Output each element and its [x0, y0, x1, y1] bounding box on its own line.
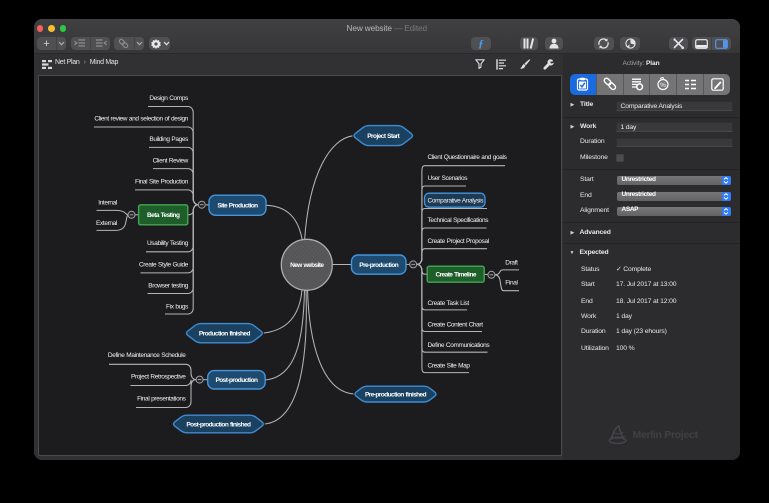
svg-text:Client Review: Client Review — [153, 157, 189, 164]
svg-text:Create Content Chart: Create Content Chart — [428, 322, 484, 329]
svg-text:Pre-production finished: Pre-production finished — [365, 391, 427, 398]
svg-text:Site Production: Site Production — [217, 203, 258, 210]
svg-text:Project Retrospective: Project Retrospective — [131, 374, 186, 381]
svg-text:New website: New website — [290, 262, 324, 269]
svg-text:Final presentations: Final presentations — [137, 396, 186, 403]
svg-text:Final: Final — [505, 280, 518, 287]
svg-text:Beta Testing: Beta Testing — [147, 212, 180, 219]
svg-text:Create Project Proposal: Create Project Proposal — [428, 238, 490, 245]
svg-text:Building Pages: Building Pages — [149, 136, 189, 143]
svg-text:Client Questionnaire and goals: Client Questionnaire and goals — [428, 154, 508, 161]
svg-text:Create Site Map: Create Site Map — [428, 363, 471, 370]
svg-text:Define Maintenance Schedule: Define Maintenance Schedule — [108, 352, 186, 359]
svg-text:Create Timeline: Create Timeline — [435, 272, 476, 279]
svg-text:Final Site Production: Final Site Production — [135, 178, 189, 185]
svg-text:Draft: Draft — [505, 259, 518, 266]
svg-text:Usability Testing: Usability Testing — [147, 240, 189, 247]
svg-text:Production finished: Production finished — [199, 331, 251, 338]
svg-text:User Scenarios: User Scenarios — [428, 175, 469, 182]
svg-text:%: % — [661, 82, 667, 89]
svg-text:External: External — [96, 220, 118, 227]
svg-text:Post-production finished: Post-production finished — [186, 421, 251, 428]
svg-text:Client review and selection of: Client review and selection of design — [94, 116, 188, 123]
svg-text:Project Start: Project Start — [367, 133, 400, 140]
svg-text:Technical Specifications: Technical Specifications — [428, 217, 490, 224]
svg-text:Comparative Analysis: Comparative Analysis — [428, 198, 485, 205]
svg-text:Fix bugs: Fix bugs — [166, 304, 189, 311]
svg-text:Browser testing: Browser testing — [148, 283, 188, 290]
svg-text:Design Comps: Design Comps — [149, 95, 189, 102]
svg-text:Internal: Internal — [98, 199, 118, 206]
svg-text:Post-production: Post-production — [215, 377, 258, 384]
svg-text:Pre-production: Pre-production — [359, 262, 398, 269]
svg-text:Create Style Guide: Create Style Guide — [139, 262, 189, 269]
svg-text:Create Task List: Create Task List — [428, 300, 470, 307]
svg-text:Define Communications: Define Communications — [428, 342, 491, 349]
